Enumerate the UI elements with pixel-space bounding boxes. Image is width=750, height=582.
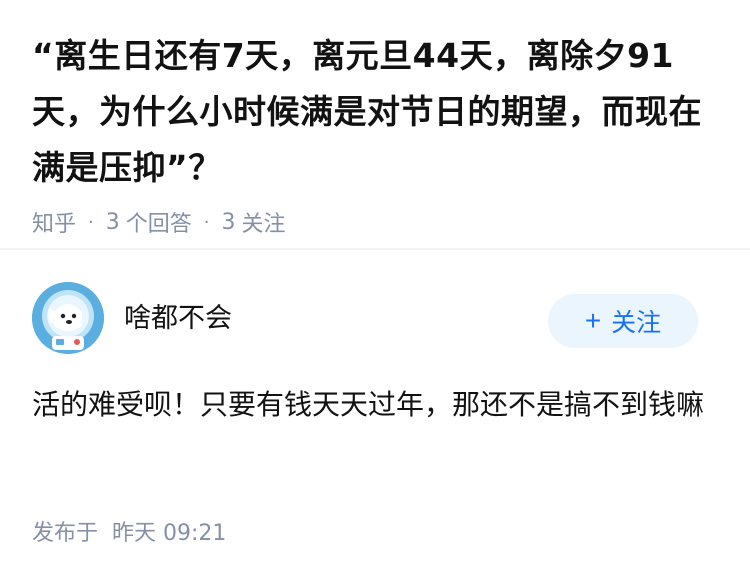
follow-button[interactable]: + 关注 <box>548 294 698 348</box>
answer-body[interactable]: 活的难受呗！只要有钱天天过年，那还不是搞不到钱嘛 <box>32 380 722 430</box>
follows-label: 关注 <box>241 212 286 237</box>
section-divider <box>0 248 750 250</box>
author-name[interactable]: 啥都不会 <box>124 296 232 335</box>
question-meta: 知乎 · 3 个回答 · 3 关注 <box>32 206 722 238</box>
source-label[interactable]: 知乎 <box>32 206 76 238</box>
avatar[interactable] <box>32 282 104 354</box>
follow-button-label: 关注 <box>611 309 662 337</box>
plus-icon: + <box>584 305 602 336</box>
answers-count: 3 <box>105 209 120 235</box>
separator-dot: · <box>88 211 94 233</box>
separator-dot: · <box>203 211 210 233</box>
time-prefix: 发布于 <box>32 521 99 546</box>
answer-timestamp: 发布于 昨天 09:21 <box>32 515 226 547</box>
astronaut-dog-avatar-icon <box>32 282 104 354</box>
answers-label: 个回答 <box>125 212 192 237</box>
time-value: 昨天 09:21 <box>112 521 227 546</box>
answer-author-row: 啥都不会 + 关注 <box>32 282 718 358</box>
question-header: “离生日还有7天，离元旦44天，离除夕91天，为什么小时候满是对节日的期望，而现… <box>32 28 722 238</box>
question-title[interactable]: “离生日还有7天，离元旦44天，离除夕91天，为什么小时候满是对节日的期望，而现… <box>32 28 722 196</box>
follows-count: 3 <box>221 209 236 235</box>
